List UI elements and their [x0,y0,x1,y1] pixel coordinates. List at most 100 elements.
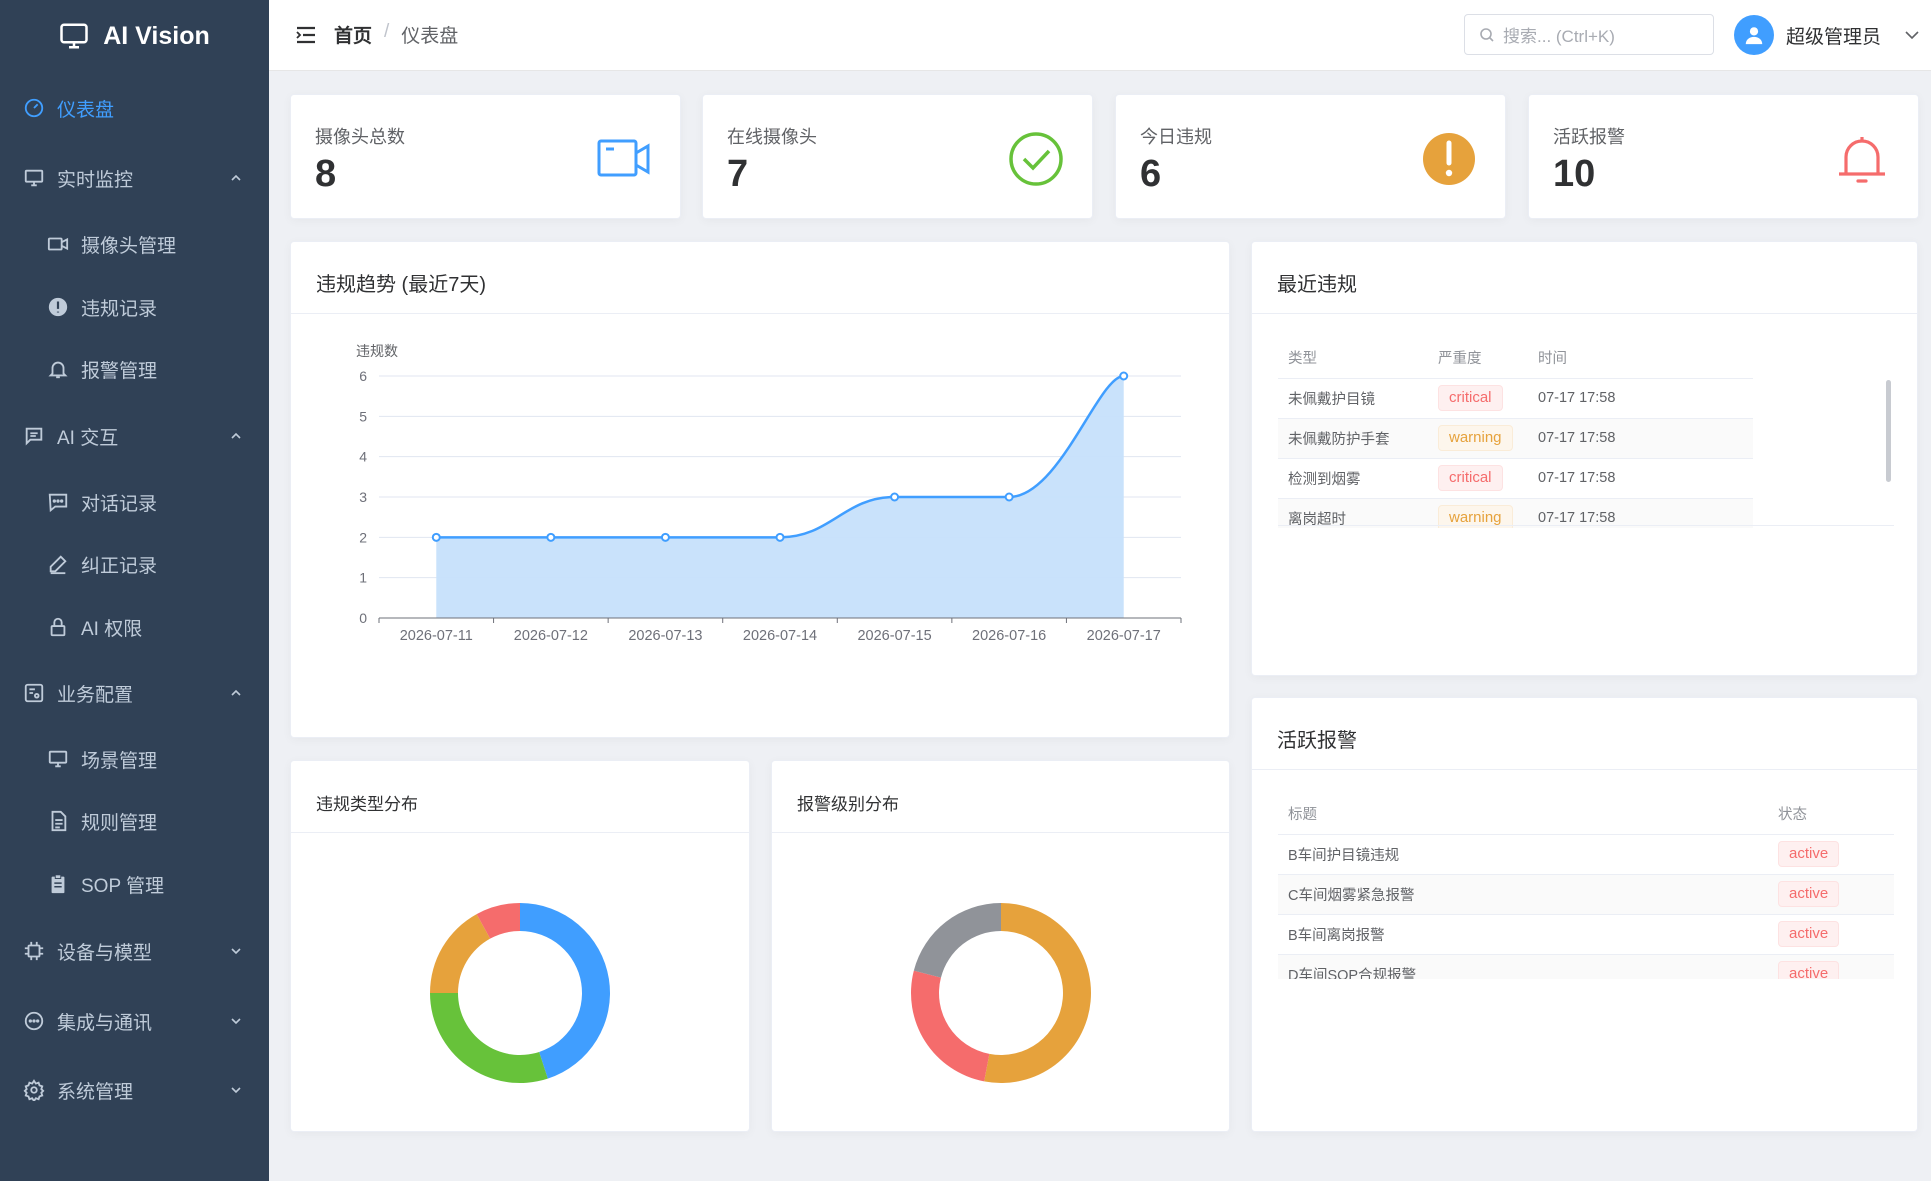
table-row[interactable]: B车间护目镜违规 active [1278,833,1894,874]
recent-violations-table-wrap[interactable]: 类型 严重度 时间 未佩戴护目镜 critical 07-17 17:58 未佩… [1278,338,1753,528]
card-divider [1252,769,1917,770]
message-icon [47,491,69,513]
alarm-level-distribution-card: 报警级别分布 [771,760,1230,1132]
table-scrollbar[interactable] [1886,380,1891,482]
breadcrumb: 首页 / 仪表盘 [334,21,458,48]
y-axis-label: 违规数 [356,343,398,359]
sidebar-item-scene-management[interactable]: 场景管理 [0,739,269,779]
table-row[interactable]: B车间离岗报警 active [1278,913,1894,954]
y-tick-label: 6 [359,368,367,384]
menu-toggle-icon[interactable] [295,24,317,46]
x-tick-label: 2026-07-16 [972,628,1046,644]
y-tick-label: 3 [359,489,367,505]
sidebar-item-label: 设备与模型 [57,942,153,964]
chat-dots-icon [23,1010,45,1032]
violation-type-distribution-card: 违规类型分布 [290,760,750,1132]
alarm-level-donut-chart [911,903,1091,1083]
status-tag: active [1778,961,1840,979]
sidebar-item-correction-records[interactable]: 纠正记录 [0,544,269,584]
sidebar-item-alarm-management[interactable]: 报警管理 [0,349,269,389]
column-header-type[interactable]: 类型 [1278,338,1428,378]
user-icon [1745,27,1763,45]
status-tag: active [1778,881,1840,907]
sidebar-item-label: AI 权限 [81,618,143,640]
sidebar-item-label: AI 交互 [57,427,119,449]
table-row[interactable]: 未佩戴防护手套 warning 07-17 17:58 [1278,417,1753,458]
cell-title: B车间护目镜违规 [1278,833,1768,874]
table-row[interactable]: 离岗超时 warning 07-17 17:58 [1278,497,1753,528]
card-title: 活跃报警 [1277,730,1357,752]
app-title: AI Vision [103,21,210,50]
warning-circle-icon [1423,133,1475,185]
brand[interactable]: AI Vision [0,0,269,72]
sidebar-item-ai-interaction[interactable]: AI 交互 [0,416,269,456]
dashboard-icon [23,97,45,119]
stat-label: 在线摄像头 [727,127,817,147]
chat-icon [23,425,45,447]
edit-icon [47,553,69,575]
sidebar-item-label: 对话记录 [81,493,158,515]
chip-icon [23,940,45,962]
card-divider [1252,313,1917,314]
alert-circle-icon [47,296,69,318]
column-header-title[interactable]: 标题 [1278,794,1768,834]
x-tick-label: 2026-07-13 [628,628,702,644]
sidebar-item-violation-records[interactable]: 违规记录 [0,287,269,327]
card-title: 最近违规 [1277,274,1357,296]
table-row[interactable]: D车间SOP合规报警 active [1278,953,1894,979]
table-row[interactable]: 未佩戴护目镜 critical 07-17 17:58 [1278,377,1753,418]
data-point [775,532,785,542]
stat-value: 6 [1140,153,1162,195]
sidebar-item-integration[interactable]: 集成与通讯 [0,1001,269,1041]
table-row[interactable]: 检测到烟雾 critical 07-17 17:58 [1278,457,1753,498]
bell-icon [1839,137,1885,183]
sidebar-item-rule-management[interactable]: 规则管理 [0,801,269,841]
active-alarms-table-wrap[interactable]: 标题 状态 B车间护目镜违规 active C车间烟雾紧急报警 active B… [1278,794,1894,979]
chevron-down-icon [231,948,241,955]
user-name: 超级管理员 [1786,26,1882,48]
sidebar-item-camera-management[interactable]: 摄像头管理 [0,224,269,264]
data-point [660,532,670,542]
breadcrumb-current: 仪表盘 [401,26,459,47]
breadcrumb-home[interactable]: 首页 [334,21,372,48]
user-menu[interactable]: 超级管理员 [1734,15,1921,55]
card-title: 违规趋势 (最近7天) [316,274,486,296]
search-placeholder: 搜索... (Ctrl+K) [1503,27,1615,46]
sidebar-item-system-management[interactable]: 系统管理 [0,1070,269,1110]
sidebar-item-device-model[interactable]: 设备与模型 [0,931,269,971]
stat-label: 今日违规 [1140,127,1212,147]
card-title: 违规类型分布 [316,795,418,814]
monitor-icon [23,167,45,189]
cell-type: 未佩戴防护手套 [1278,417,1428,458]
chevron-down-icon [231,1018,241,1025]
sidebar-item-conversation-records[interactable]: 对话记录 [0,482,269,522]
clipboard-icon [47,873,69,895]
cell-time: 07-17 17:58 [1528,417,1753,458]
sidebar-item-label: SOP 管理 [81,875,165,897]
violation-trend-card: 违规趋势 (最近7天) 违规数 0 1 2 3 4 5 6 2026-07-11 2026-07-… [290,241,1230,738]
sidebar-item-label: 场景管理 [81,750,158,772]
avatar[interactable] [1734,15,1774,55]
sidebar-item-business-config[interactable]: 业务配置 [0,673,269,713]
chevron-up-icon [231,174,241,181]
donut-slice [911,970,990,1082]
sidebar-item-sop-management[interactable]: SOP 管理 [0,864,269,904]
column-header-time[interactable]: 时间 [1528,338,1753,378]
search-input[interactable]: 搜索... (Ctrl+K) [1464,14,1714,55]
sidebar-item-dashboard[interactable]: 仪表盘 [0,88,269,128]
table-bottom-border [1278,525,1894,526]
status-tag: active [1778,921,1840,947]
table-row[interactable]: C车间烟雾紧急报警 active [1278,873,1894,914]
donut-slice [430,993,548,1083]
active-alarms-table: 标题 状态 B车间护目镜违规 active C车间烟雾紧急报警 active B… [1278,794,1894,979]
bell-icon [47,358,69,380]
y-tick-label: 4 [359,449,367,465]
sidebar-item-ai-permission[interactable]: AI 权限 [0,607,269,647]
column-header-status[interactable]: 状态 [1768,794,1894,834]
chevron-up-icon [231,689,241,696]
y-tick-label: 1 [359,570,367,586]
card-divider [772,832,1229,833]
column-header-severity[interactable]: 严重度 [1428,338,1528,378]
sidebar-item-realtime-monitor[interactable]: 实时监控 [0,158,269,198]
sidebar-item-label: 实时监控 [57,169,134,191]
